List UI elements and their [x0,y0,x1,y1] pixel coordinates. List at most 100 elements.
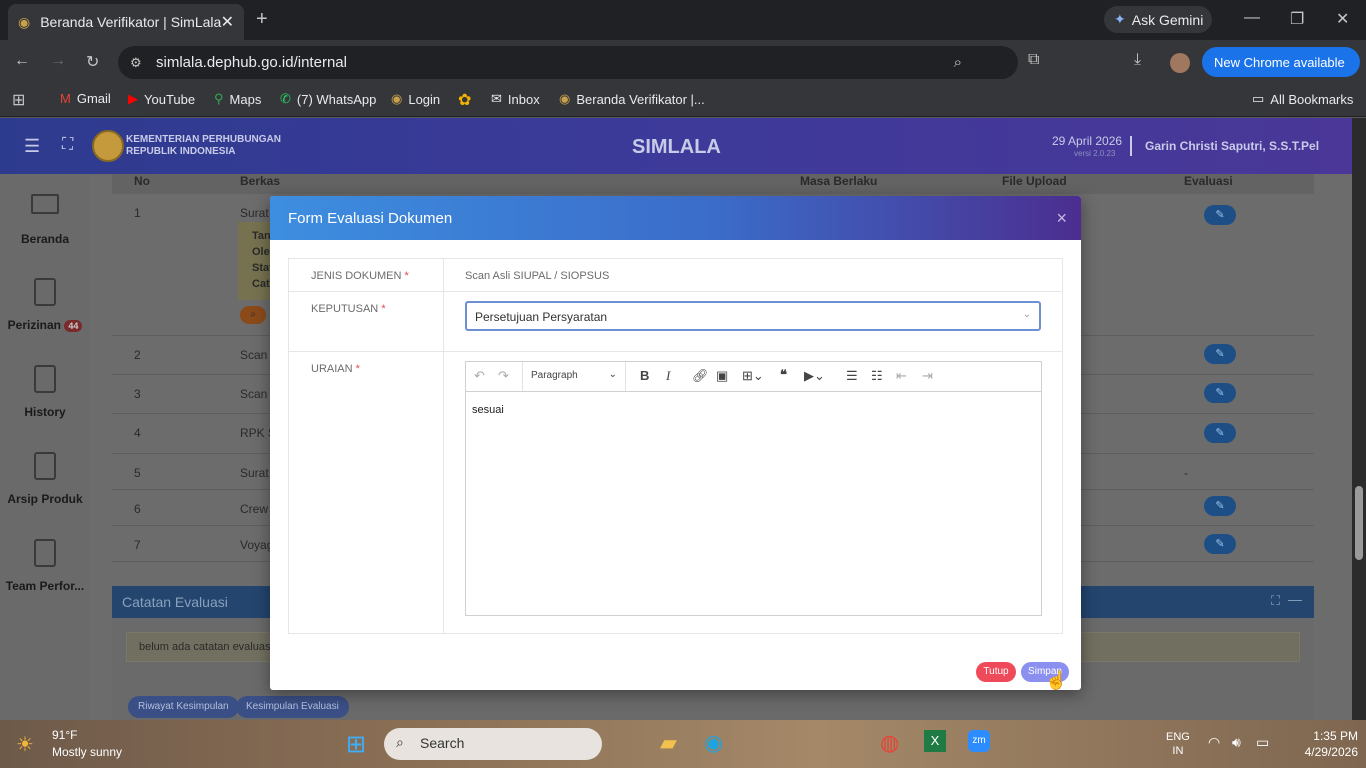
user-name[interactable]: Garin Christi Saputri, S.S.T.Pel [1145,139,1319,153]
riwayat-kesimpulan-button[interactable]: Riwayat Kesimpulan [128,696,239,718]
document-icon [34,539,56,567]
modal-title: Form Evaluasi Dokumen [288,210,453,227]
maximize-icon[interactable]: ❐ [1290,9,1304,29]
download-icon[interactable]: ⤓ [1134,51,1141,69]
blockquote-icon[interactable]: ❝ [780,367,787,383]
new-tab-icon[interactable]: + [256,8,268,31]
bookmark-login[interactable]: ◉ Login [391,91,440,107]
sidebar-item-perizinan[interactable]: Perizinan 44 [0,278,90,332]
edit-icon[interactable]: ✎ [1204,496,1236,516]
table-icon[interactable]: ⊞⌄ [742,368,764,384]
gmail-icon: M [60,91,71,106]
tab-close-icon[interactable]: ✕ [221,12,234,32]
jenis-dokumen-value: Scan Asli SIUPAL / SIOPSUS [465,270,610,282]
forward-icon[interactable]: → [50,52,66,70]
collapse-icon[interactable]: — [1288,591,1302,607]
org-name-line2: REPUBLIK INDONESIA [126,146,236,157]
clock[interactable]: 1:35 PM 4/29/2026 [1290,728,1358,760]
undo-icon[interactable]: ↶ [474,368,485,384]
edit-icon[interactable]: ✎ [1204,344,1236,364]
back-icon[interactable]: ← [14,52,30,70]
zoom-app-icon[interactable]: zm [968,730,990,752]
pinwheel-icon[interactable]: ✿ [458,90,471,110]
media-icon[interactable]: ▶⌄ [804,368,825,384]
edit-icon[interactable]: ✎ [1204,383,1236,403]
tab-title: Beranda Verifikator | SimLala [40,14,222,30]
link-icon[interactable]: 🔗︎ [692,368,709,384]
sidebar-item-arsip[interactable]: Arsip Produk [0,452,90,506]
numbered-list-icon[interactable]: ☷ [871,368,883,384]
bookmark-maps[interactable]: ⚲ Maps [214,91,261,107]
expand-icon[interactable]: ⛶ [1271,593,1280,609]
keputusan-select[interactable]: Persetujuan Persyaratan ⌄ [465,301,1041,331]
jenis-dokumen-label: JENIS DOKUMEN * [311,270,409,282]
fullscreen-icon[interactable]: ⛶ [62,136,73,154]
window-close-icon[interactable]: ✕ [1336,9,1349,29]
bookmark-beranda[interactable]: ◉ Beranda Verifikator |... [559,91,705,107]
maps-icon: ⚲ [214,91,224,106]
extensions-icon[interactable]: ⧉ [1028,51,1039,69]
gemini-button[interactable]: ✦ Ask Gemini [1104,6,1212,33]
page-scrollbar[interactable] [1352,118,1366,720]
modal-close-icon[interactable]: × [1056,208,1067,229]
editor-content[interactable]: sesuai [466,392,1041,615]
edit-icon[interactable]: ✎ [1204,205,1236,225]
minimize-icon[interactable]: — [1244,9,1260,27]
chrome-icon[interactable]: ◍ [880,730,899,756]
start-icon[interactable]: ⊞ [346,730,366,759]
bookmark-whatsapp[interactable]: ✆ (7) WhatsApp [280,91,376,107]
tutup-button[interactable]: Tutup [976,662,1016,682]
scrollbar-thumb[interactable] [1355,486,1363,560]
avatar[interactable] [1170,53,1190,73]
bookmark-youtube[interactable]: ▶ YouTube [128,91,195,107]
uraian-label: URAIAN * [311,363,360,375]
redo-icon[interactable]: ↷ [498,368,509,384]
edit-icon[interactable]: ✎ [1204,534,1236,554]
volume-icon[interactable]: 🔊︎ [1232,734,1241,751]
paragraph-format-select[interactable]: Paragraph ⌄ [522,362,626,391]
app-header: ☰ ⛶ KEMENTERIAN PERHUBUNGAN REPUBLIK IND… [0,118,1352,174]
indent-icon[interactable]: ⇥ [922,368,933,384]
bookmark-gmail[interactable]: M Gmail [60,91,111,106]
all-bookmarks[interactable]: ▭ All Bookmarks [1252,91,1353,107]
windows-taskbar: ☀ 91°F Mostly sunny ⊞ ⌕ Search ▰ ◉ ◍ X z… [0,720,1366,768]
outdent-icon[interactable]: ⇤ [896,368,907,384]
bold-icon[interactable]: B [640,368,649,383]
file-explorer-icon[interactable]: ▰ [660,730,677,756]
globe-icon: ◉ [391,91,403,106]
app-version: versi 2.0.23 [1074,149,1116,158]
reload-icon[interactable]: ↻ [86,52,99,72]
edit-icon[interactable]: ✎ [1204,423,1236,443]
sidebar-item-beranda[interactable]: Beranda [0,194,90,246]
battery-icon[interactable]: ▭ [1256,734,1269,751]
catatan-title: Catatan Evaluasi [122,594,228,610]
browser-tab[interactable]: ◉ Beranda Verifikator | SimLala ✕ [8,4,244,40]
document-icon [34,365,56,393]
italic-icon[interactable]: I [666,368,670,384]
search-icon[interactable]: ⌕ [240,306,266,324]
apps-icon[interactable]: ⊞ [12,90,25,110]
wifi-icon[interactable]: ◠ [1208,734,1220,751]
input-language[interactable]: ENG IN [1166,730,1190,758]
menu-icon[interactable]: ☰ [24,136,40,157]
tab-favicon-icon: ◉ [18,13,31,30]
zoom-icon[interactable]: ⌕ [954,54,962,71]
address-bar[interactable]: ⚙ simlala.dephub.go.id/internal ⌕ [118,46,1018,79]
no-evaluation: - [1184,466,1188,480]
image-icon[interactable]: ▣ [716,368,728,384]
document-icon [34,452,56,480]
bookmark-inbox[interactable]: ✉ Inbox [491,91,540,107]
editor-toolbar: ↶ ↷ Paragraph ⌄ B I 🔗︎ ▣ ⊞⌄ ❝ ▶⌄ ☰ ☷ ⇤ ⇥ [466,362,1041,392]
sidebar: Beranda Perizinan 44 History Arsip Produ… [0,174,90,720]
edge-icon[interactable]: ◉ [704,730,723,756]
monitor-icon [31,194,59,214]
excel-icon[interactable]: X [924,730,946,752]
kesimpulan-evaluasi-button[interactable]: Kesimpulan Evaluasi [236,696,349,718]
taskbar-search[interactable]: ⌕ Search [384,728,602,760]
ministry-logo [92,130,124,162]
sidebar-item-history[interactable]: History [0,365,90,419]
sidebar-item-team[interactable]: Team Perfor... [0,539,90,593]
update-chrome-button[interactable]: New Chrome available [1202,47,1360,77]
bulleted-list-icon[interactable]: ☰ [846,368,858,384]
site-info-icon[interactable]: ⚙ [130,55,142,71]
